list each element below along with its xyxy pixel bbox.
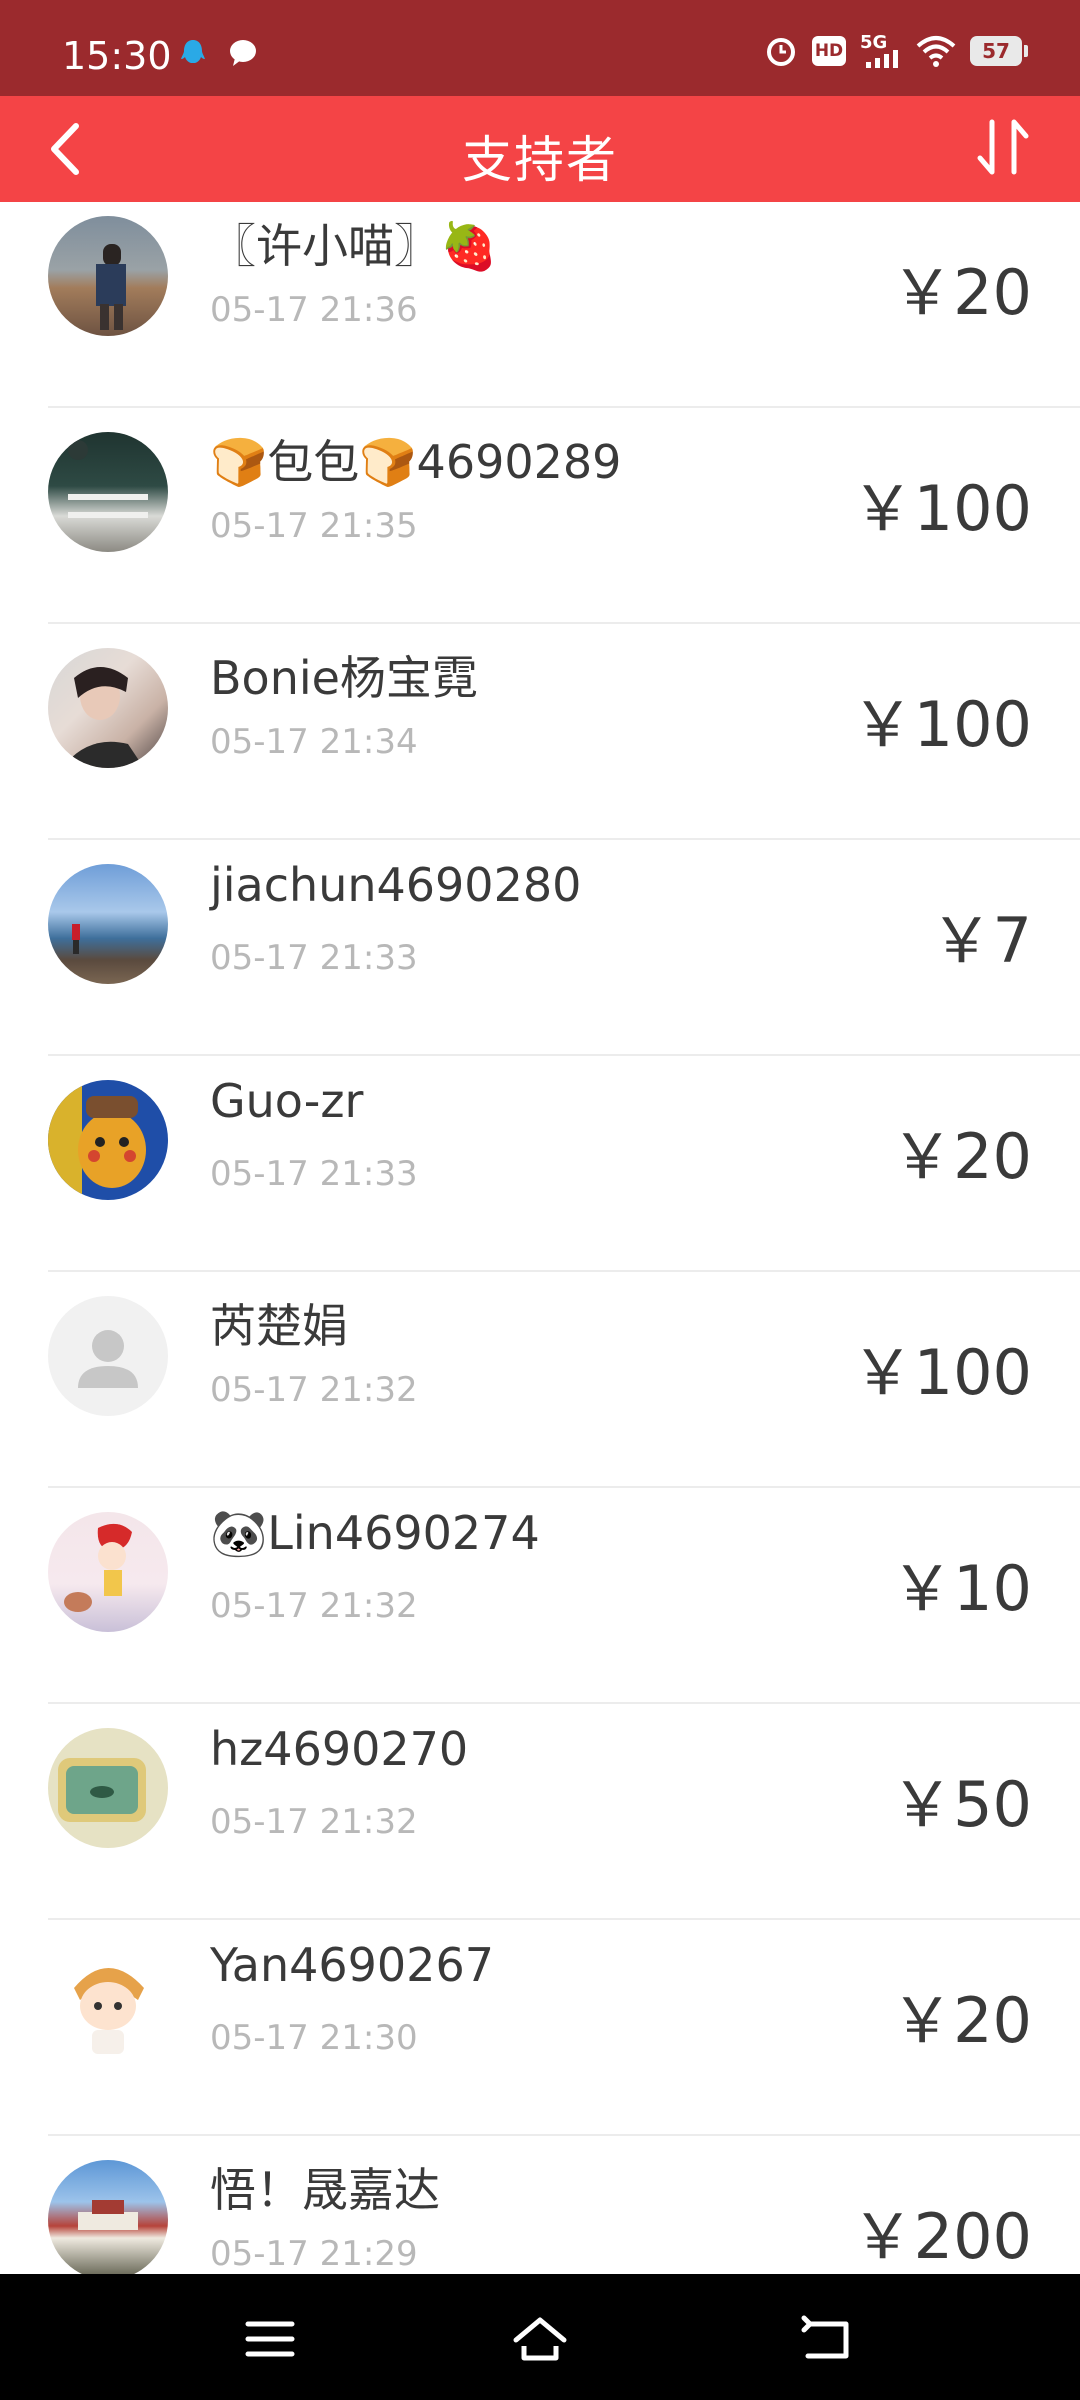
support-amount: ￥10 <box>891 1552 1032 1625</box>
avatar <box>48 1944 168 2064</box>
support-amount: ￥7 <box>930 904 1032 977</box>
system-nav-bar <box>0 2274 1080 2400</box>
message-notification-icon <box>230 40 256 66</box>
signal-icon: 5G <box>860 34 902 68</box>
support-amount: ￥100 <box>851 688 1032 761</box>
supporter-name: Guo-zr <box>210 1074 364 1128</box>
support-time: 05-17 21:33 <box>210 1154 418 1194</box>
supporter-name: jiachun4690280 <box>210 858 582 912</box>
support-time: 05-17 21:30 <box>210 2018 418 2058</box>
supporter-name: 悟！晟嘉达 <box>210 2163 440 2217</box>
qq-notification-icon <box>181 40 205 63</box>
avatar <box>48 432 168 552</box>
wifi-icon <box>916 36 956 67</box>
support-time: 05-17 21:32 <box>210 1586 418 1626</box>
battery-indicator: 57 <box>970 36 1028 66</box>
list-item[interactable]: 芮楚娟 05-17 21:32 ￥100 <box>0 1272 1080 1488</box>
list-item[interactable]: Bonie杨宝霓 05-17 21:34 ￥100 <box>0 624 1080 840</box>
list-item[interactable]: 悟！晟嘉达 05-17 21:29 ￥200 <box>0 2136 1080 2274</box>
support-amount: ￥50 <box>891 1768 1032 1841</box>
supporter-name: 🐼Lin4690274 <box>210 1506 540 1560</box>
list-item[interactable]: Yan4690267 05-17 21:30 ￥20 <box>0 1920 1080 2136</box>
list-item[interactable]: 〖许小喵〗🍓 05-17 21:36 ￥20 <box>0 202 1080 408</box>
alarm-icon <box>767 38 795 66</box>
support-amount: ￥20 <box>891 1120 1032 1193</box>
support-time: 05-17 21:34 <box>210 722 418 762</box>
support-amount: ￥20 <box>891 1984 1032 2057</box>
supporter-name: 🍞包包🍞4690289 <box>210 435 622 489</box>
support-amount: ￥20 <box>891 256 1032 329</box>
avatar <box>48 864 168 984</box>
support-amount: ￥200 <box>851 2200 1032 2273</box>
app-header: 支持者 <box>0 96 1080 202</box>
home-icon[interactable] <box>510 2312 570 2366</box>
status-bar: 15:30 HD 5G 57 <box>0 0 1080 96</box>
support-time: 05-17 21:32 <box>210 1370 418 1410</box>
support-amount: ￥100 <box>851 1336 1032 1409</box>
list-item[interactable]: hz4690270 05-17 21:32 ￥50 <box>0 1704 1080 1920</box>
avatar <box>48 648 168 768</box>
page-title: 支持者 <box>462 131 618 189</box>
avatar <box>48 1296 168 1416</box>
avatar <box>48 1080 168 1200</box>
avatar <box>48 216 168 336</box>
list-item[interactable]: Guo-zr 05-17 21:33 ￥20 <box>0 1056 1080 1272</box>
supporter-name: hz4690270 <box>210 1722 469 1776</box>
support-time: 05-17 21:36 <box>210 290 418 330</box>
support-time: 05-17 21:33 <box>210 938 418 978</box>
list-item[interactable]: 🍞包包🍞4690289 05-17 21:35 ￥100 <box>0 408 1080 624</box>
avatar <box>48 1728 168 1848</box>
list-item[interactable]: jiachun4690280 05-17 21:33 ￥7 <box>0 840 1080 1056</box>
return-icon[interactable] <box>796 2312 856 2366</box>
support-time: 05-17 21:29 <box>210 2234 418 2274</box>
avatar <box>48 2160 168 2274</box>
supporter-name: 芮楚娟 <box>210 1299 348 1353</box>
hd-icon: HD <box>812 36 846 66</box>
status-time: 15:30 <box>62 34 172 78</box>
support-amount: ￥100 <box>851 472 1032 545</box>
supporter-name: 〖许小喵〗🍓 <box>210 219 498 273</box>
support-time: 05-17 21:35 <box>210 506 418 546</box>
avatar <box>48 1512 168 1632</box>
supporter-list[interactable]: 〖许小喵〗🍓 05-17 21:36 ￥20 🍞包包🍞4690289 05-17… <box>0 202 1080 2274</box>
list-item[interactable]: 🐼Lin4690274 05-17 21:32 ￥10 <box>0 1488 1080 1704</box>
support-time: 05-17 21:32 <box>210 1802 418 1842</box>
default-avatar-icon <box>78 1330 138 1388</box>
supporter-name: Bonie杨宝霓 <box>210 651 478 705</box>
menu-icon[interactable] <box>240 2312 300 2366</box>
sort-icon[interactable] <box>968 110 1038 186</box>
supporter-name: Yan4690267 <box>210 1938 494 1992</box>
